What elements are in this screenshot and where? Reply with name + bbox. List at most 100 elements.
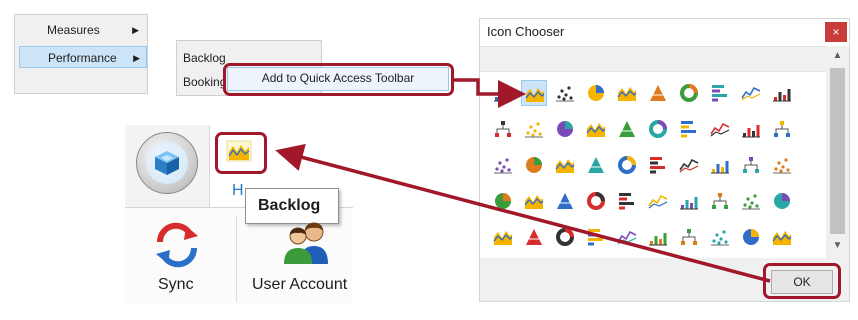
chart-glyph-icon [711,230,729,246]
menu-item-backlog[interactable]: Backlog [183,47,226,69]
menu-item-label: Booking [183,75,227,89]
icon-option[interactable] [614,80,640,106]
chart-glyph-icon [588,157,604,173]
icon-option[interactable] [552,188,578,214]
icon-option[interactable] [521,224,547,250]
highlight-add-to-toolbar [223,63,454,96]
app-logo-icon [155,151,179,175]
chart-glyph-icon [743,229,759,245]
icon-option[interactable] [769,116,795,142]
icon-option[interactable] [707,80,733,106]
menu-item-booking[interactable]: Booking [183,71,226,93]
icon-option[interactable] [583,152,609,178]
scroll-thumb[interactable] [830,68,845,234]
chart-glyph-icon [587,192,605,210]
chart-glyph-icon [650,157,665,174]
icon-option[interactable] [583,224,609,250]
icon-option[interactable] [490,188,516,214]
icon-option[interactable] [490,116,516,142]
icon-option[interactable] [583,188,609,214]
tab-home[interactable]: H [232,182,244,200]
icon-option[interactable] [521,116,547,142]
chart-glyph-icon [773,89,791,102]
icon-option[interactable] [769,224,795,250]
ribbon-group-separator [236,216,237,302]
chart-glyph-icon [617,230,637,245]
icon-option[interactable] [552,152,578,178]
icon-option[interactable] [614,188,640,214]
close-button[interactable]: × [825,22,847,42]
icon-option[interactable] [645,152,671,178]
icon-option[interactable] [521,188,547,214]
icon-option[interactable] [676,152,702,178]
icon-option[interactable] [614,116,640,142]
chart-glyph-icon [648,194,668,209]
users-icon[interactable] [278,220,334,266]
sync-button-label[interactable]: Sync [158,276,194,294]
icon-option[interactable] [614,224,640,250]
icon-option[interactable] [769,80,795,106]
icon-option[interactable] [676,116,702,142]
chart-glyph-icon [772,231,792,245]
icon-option[interactable] [707,224,733,250]
icon-option[interactable] [583,116,609,142]
icon-option[interactable] [676,224,702,250]
icon-option[interactable] [552,80,578,106]
chart-glyph-icon [557,193,573,209]
icon-option[interactable] [490,80,516,106]
menu-item-label: Backlog [183,51,226,65]
chart-glyph-icon [494,89,512,102]
icon-option[interactable] [738,224,764,250]
scroll-down-icon[interactable]: ▼ [826,240,849,251]
icon-option[interactable] [676,80,702,106]
icon-option[interactable] [645,188,671,214]
icon-option[interactable] [645,224,671,250]
scroll-up-icon[interactable]: ▲ [826,50,849,61]
icon-option[interactable] [614,152,640,178]
icon-option[interactable] [769,152,795,178]
icon-option[interactable] [738,152,764,178]
icon-option[interactable] [707,116,733,142]
icon-option[interactable] [676,188,702,214]
chart-glyph-icon [743,157,759,173]
context-menu: Measures ▶ Performance ▶ [14,14,148,94]
vertical-scrollbar[interactable]: ▲ ▼ [826,46,849,258]
menu-item-performance[interactable]: Performance ▶ [19,46,147,68]
chart-glyph-icon [711,161,729,174]
icon-option[interactable] [490,152,516,178]
user-account-button-label[interactable]: User Account [252,276,347,294]
icon-grid [480,72,826,258]
icon-option[interactable] [583,80,609,106]
icon-option[interactable] [552,224,578,250]
chart-glyph-icon [681,121,696,138]
chart-glyph-icon [524,195,544,209]
icon-option[interactable] [738,188,764,214]
menu-item-measures[interactable]: Measures ▶ [37,19,145,41]
chart-glyph-icon [712,193,728,209]
chart-glyph-icon [618,156,636,174]
chart-glyph-icon [586,123,606,137]
chart-glyph-icon [710,122,730,137]
chart-glyph-icon [525,122,543,138]
highlight-ok-button [763,263,841,299]
chart-glyph-icon [555,159,575,173]
icon-option[interactable] [645,116,671,142]
chart-glyph-icon [774,193,790,209]
tooltip: Backlog [245,188,339,224]
icon-option[interactable] [645,80,671,106]
sync-icon[interactable] [152,220,202,268]
icon-option[interactable] [521,152,547,178]
chart-glyph-icon [494,158,512,174]
chart-glyph-icon [649,233,667,246]
chart-glyph-icon [680,197,698,210]
chart-glyph-icon [679,158,699,173]
icon-option[interactable] [490,224,516,250]
icon-option[interactable] [738,80,764,106]
icon-option-selected[interactable] [521,80,547,106]
icon-option[interactable] [769,188,795,214]
icon-option[interactable] [707,152,733,178]
icon-option[interactable] [707,188,733,214]
chart-glyph-icon [650,85,666,101]
icon-option[interactable] [552,116,578,142]
icon-option[interactable] [738,116,764,142]
